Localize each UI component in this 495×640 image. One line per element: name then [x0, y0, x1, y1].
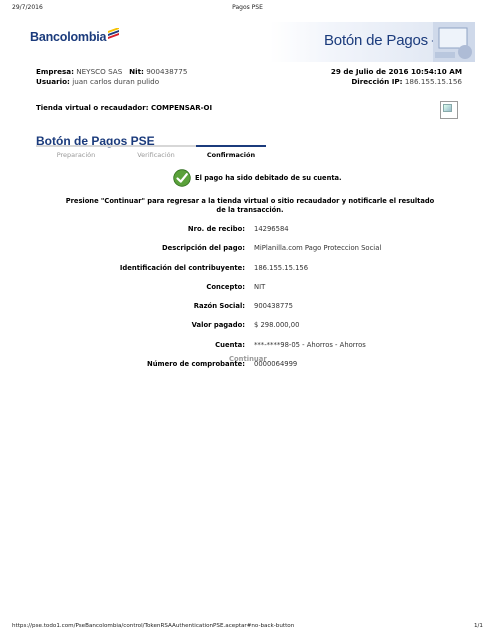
detail-label: Cuenta:: [215, 340, 245, 349]
transaction-info: Empresa: NEYSCO SAS Nit: 900438775 29 de…: [36, 67, 462, 86]
detail-row: Identificación del contribuyente: 186.155…: [100, 264, 400, 283]
store-info: Tienda virtual o recaudador: COMPENSAR-O…: [36, 104, 212, 112]
broken-image-icon: [440, 101, 458, 119]
nit-label: Nit:: [129, 67, 144, 76]
detail-row: Concepto: NIT: [100, 283, 400, 302]
checkmark-icon: [173, 169, 191, 187]
transaction-datetime: 29 de Julio de 2016 10:54:10 AM: [330, 67, 462, 76]
step-verificacion: Verificación: [116, 145, 196, 159]
empresa-value: NEYSCO SAS: [76, 67, 123, 76]
nit-value: 900438775: [146, 67, 188, 76]
detail-label: Concepto:: [206, 282, 245, 291]
detail-value: ***-****98-05 - Ahorros - Ahorros: [254, 340, 366, 349]
success-notice: El pago ha sido debitado de su cuenta.: [173, 169, 342, 187]
step-confirmacion: Confirmación: [196, 145, 266, 159]
print-title: Pagos PSE: [232, 4, 263, 11]
step-preparacion: Preparación: [36, 145, 116, 159]
page-number: 1/1: [473, 623, 483, 629]
detail-value: MiPlanilla.com Pago Proteccion Social: [254, 244, 382, 253]
bancolombia-logo: Bancolombia: [30, 27, 120, 44]
continue-button[interactable]: Continuar: [229, 355, 267, 363]
detail-value: 14296584: [254, 225, 289, 233]
detail-row: Nro. de recibo: 14296584: [100, 225, 400, 244]
usuario-value: juan carlos duran pulido: [72, 76, 160, 86]
detail-label: Descripción del pago:: [162, 244, 245, 253]
usuario-label: Usuario:: [36, 76, 70, 86]
pse-banner: Botón de Pagos – PSE: [270, 22, 475, 62]
print-header: 29/7/2016 Pagos PSE: [12, 4, 483, 14]
detail-value: 186.155.15.156: [254, 263, 309, 272]
empresa-label: Empresa:: [36, 67, 74, 76]
detail-row: Valor pagado: $ 298.000,00: [100, 321, 400, 340]
detail-label: Nro. de recibo:: [187, 225, 245, 233]
ip-value: 186.155.15.156: [404, 76, 462, 86]
header-banner: Bancolombia Botón de Pagos – PSE: [30, 22, 475, 62]
print-date: 29/7/2016: [12, 4, 43, 11]
info-row-empresa: Empresa: NEYSCO SAS Nit: 900438775 29 de…: [36, 67, 462, 77]
detail-label: Razón Social:: [193, 302, 245, 311]
banner-photo-icon: [433, 22, 475, 62]
instruction-text: Presione "Continuar" para regresar a la …: [65, 197, 435, 214]
bancolombia-mark-icon: [108, 27, 120, 39]
info-row-usuario: Usuario: juan carlos duran pulido Direcc…: [36, 77, 462, 87]
detail-value: NIT: [254, 282, 266, 291]
print-footer: https://pse.todo1.com/PseBancolombia/con…: [12, 623, 483, 633]
success-message: El pago ha sido debitado de su cuenta.: [195, 174, 342, 182]
detail-value: 900438775: [254, 302, 293, 311]
store-label: Tienda virtual o recaudador:: [36, 104, 149, 112]
store-value: COMPENSAR-OI: [150, 104, 213, 112]
detail-label: Valor pagado:: [191, 321, 245, 330]
ip-label: Dirección IP:: [351, 76, 403, 86]
detail-row: Razón Social: 900438775: [100, 302, 400, 321]
detail-label: Identificación del contribuyente:: [119, 263, 245, 272]
logo-text: Bancolombia: [30, 30, 107, 44]
detail-row: Descripción del pago: MiPlanilla.com Pago…: [100, 244, 400, 263]
progress-steps: Preparación Verificación Confirmación: [36, 145, 266, 159]
print-url: https://pse.todo1.com/PseBancolombia/con…: [12, 623, 295, 629]
detail-value: $ 298.000,00: [254, 321, 300, 330]
